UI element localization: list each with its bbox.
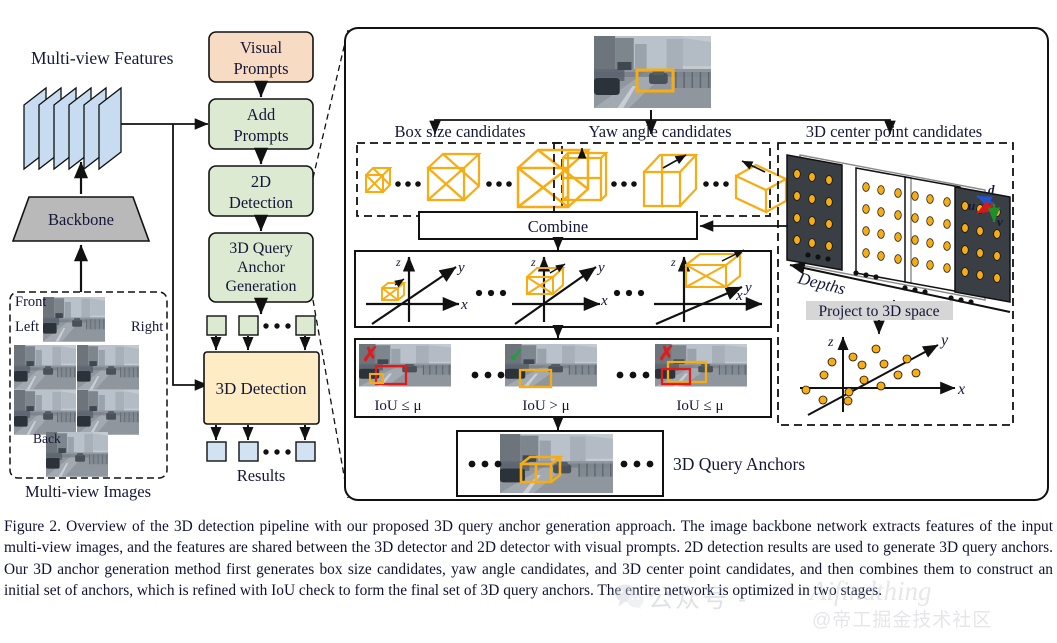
left-pipeline: Multi-view Features Backbone Front Left …: [9, 31, 320, 501]
cube-small: [365, 167, 393, 193]
block-label-line-2: Prompts: [233, 126, 288, 145]
block-2d-detection[interactable]: 2D Detection: [208, 165, 314, 217]
feature-stack: [23, 86, 122, 171]
axis-label-u: u: [968, 198, 975, 213]
zoom-connector: [312, 29, 349, 499]
axis-label-v: v: [997, 214, 1003, 229]
axis-label-y: y: [596, 260, 605, 276]
combine-bar: Combine: [418, 211, 698, 240]
cross-icon: ✗: [362, 344, 379, 366]
project-to-3d-label: Project to 3D space: [819, 303, 940, 320]
backbone-label: Backbone: [48, 210, 114, 229]
block-label-line-1: 3D Detection: [215, 379, 307, 398]
axis-label-y: y: [456, 260, 465, 276]
block-label-line-1: Visual: [240, 38, 283, 57]
block-3d-query-anchor-generation[interactable]: 3D Query Anchor Generation: [208, 232, 314, 303]
anchor-token-row: [206, 315, 316, 336]
multiview-features-title: Multi-view Features: [31, 48, 174, 68]
input-image-with-2d-box: [593, 35, 712, 109]
axis-label-x: x: [600, 293, 608, 309]
block-label-line-3: Generation: [225, 278, 296, 295]
query-anchors-row: [456, 430, 664, 497]
axis-label-y: y: [939, 332, 949, 349]
backbone-block: Backbone: [11, 196, 151, 242]
block-label-line-1: 3D Query: [229, 240, 293, 257]
block-label-line-2: Anchor: [237, 259, 286, 276]
view-label-back: Back: [33, 431, 61, 446]
view-label-front: Front: [15, 294, 46, 310]
axis-label-y: y: [743, 280, 752, 296]
iou-label-2: IoU > μ: [522, 398, 569, 414]
multiview-images-caption: Multi-view Images: [25, 482, 151, 501]
block-label-line-2: Prompts: [233, 59, 288, 78]
block-3d-detection[interactable]: 3D Detection: [203, 351, 320, 425]
results-label: Results: [237, 466, 286, 485]
combine-label: Combine: [528, 217, 589, 236]
watermark-sub-text: @帝工掘金技术社区: [812, 610, 993, 631]
multiview-images-panel: Front Left Right Back: [9, 291, 168, 479]
axis-label-d: d: [988, 182, 995, 197]
cross-icon: ✗: [658, 343, 675, 365]
block-label-line-1: 2D: [251, 172, 271, 191]
view-label-left: Left: [15, 319, 39, 335]
axis-label-x: x: [460, 297, 468, 313]
check-icon: ✓: [508, 345, 525, 367]
view-label-right: Right: [131, 319, 163, 335]
block-label-line-1: Add: [247, 105, 276, 124]
axis-label-z: z: [530, 255, 536, 269]
group-title-yaw-angle: Yaw angle candidates: [588, 122, 731, 141]
block-add-prompts[interactable]: Add Prompts: [208, 98, 314, 150]
iou-label-3: IoU ≤ μ: [676, 398, 723, 414]
iou-check-row: ✗ IoU ≤ μ ✓ IoU > μ ✗ IoU ≤ μ: [354, 338, 772, 418]
project-to-3d-chip: Project to 3D space: [806, 301, 953, 320]
figure-diagram: Multi-view Features Backbone Front Left …: [0, 0, 1057, 510]
group-title-box-size: Box size candidates: [394, 122, 525, 141]
iou-label-1: IoU ≤ μ: [374, 398, 421, 414]
group-title-center-point: 3D center point candidates: [806, 122, 982, 141]
figure-caption: Figure 2. Overview of the 3D detection p…: [4, 518, 1053, 599]
axis-label-z: z: [395, 255, 401, 269]
main-panel: Box size candidates Yaw angle candidates…: [344, 27, 1049, 501]
result-token-row: [206, 441, 316, 462]
query-anchors-label: 3D Query Anchors: [673, 454, 805, 474]
axis-label-x: x: [957, 381, 965, 398]
block-label-line-2: Detection: [229, 193, 293, 212]
axis-label-x: x: [735, 288, 743, 304]
axis-label-z: z: [827, 335, 834, 350]
axis-label-z: z: [670, 255, 676, 269]
anchor-axes-row: z y x z y x z y x: [354, 249, 772, 328]
block-visual-prompts[interactable]: Visual Prompts: [208, 31, 314, 83]
